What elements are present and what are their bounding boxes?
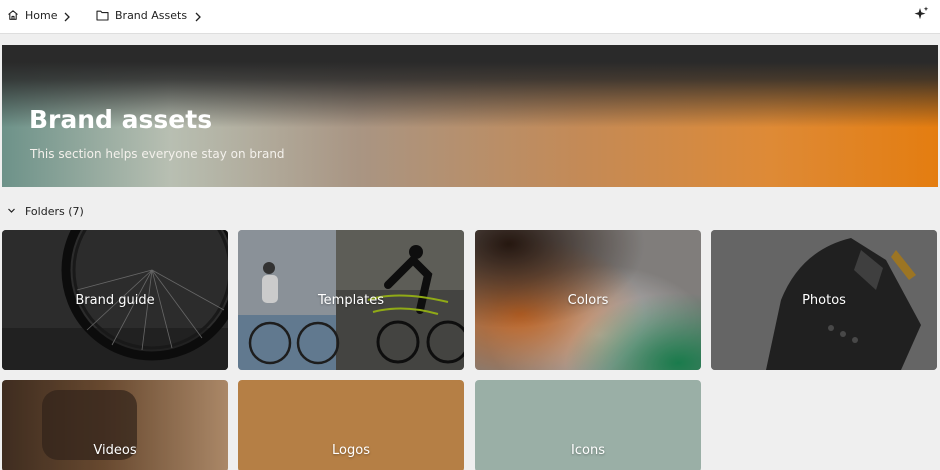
folder-title: Logos: [332, 442, 370, 458]
chevron-right-icon: [194, 8, 202, 27]
folder-title: Icons: [571, 442, 605, 458]
page-title: Brand assets: [29, 105, 213, 134]
folders-section-label: Folders (7): [25, 204, 84, 218]
page-subtitle: This section helps everyone stay on bran…: [30, 147, 285, 161]
top-bar: Home Brand Assets: [0, 0, 940, 34]
folder-title: Colors: [567, 292, 609, 308]
folder-title: Templates: [317, 292, 385, 308]
folder-card-icons[interactable]: Icons: [475, 380, 701, 470]
home-icon: [7, 9, 19, 21]
ai-sparkle-icon[interactable]: [912, 5, 930, 27]
folders-section-toggle[interactable]: Folders (7): [7, 203, 84, 219]
folder-title: Brand guide: [75, 292, 155, 308]
folder-card-colors[interactable]: Colors: [475, 230, 701, 370]
folder-title: Videos: [93, 442, 137, 458]
breadcrumb-brand-assets[interactable]: Brand Assets: [96, 0, 187, 30]
chevron-right-icon: [63, 8, 71, 27]
folder-icon: [96, 10, 109, 21]
folder-card-logos[interactable]: Logos: [238, 380, 464, 470]
breadcrumb-home-label: Home: [25, 8, 58, 22]
breadcrumb-folder-label: Brand Assets: [115, 8, 188, 22]
breadcrumb-home[interactable]: Home: [7, 0, 57, 30]
folder-card-templates[interactable]: Templates: [238, 230, 464, 370]
folder-title: Photos: [802, 292, 846, 308]
folder-card-photos[interactable]: Photos: [711, 230, 937, 370]
chevron-down-icon: [7, 205, 16, 218]
folder-card-videos[interactable]: Videos: [2, 380, 228, 470]
folder-card-brand-guide[interactable]: Brand guide: [2, 230, 228, 370]
brand-assets-banner: Brand assets This section helps everyone…: [2, 45, 938, 187]
